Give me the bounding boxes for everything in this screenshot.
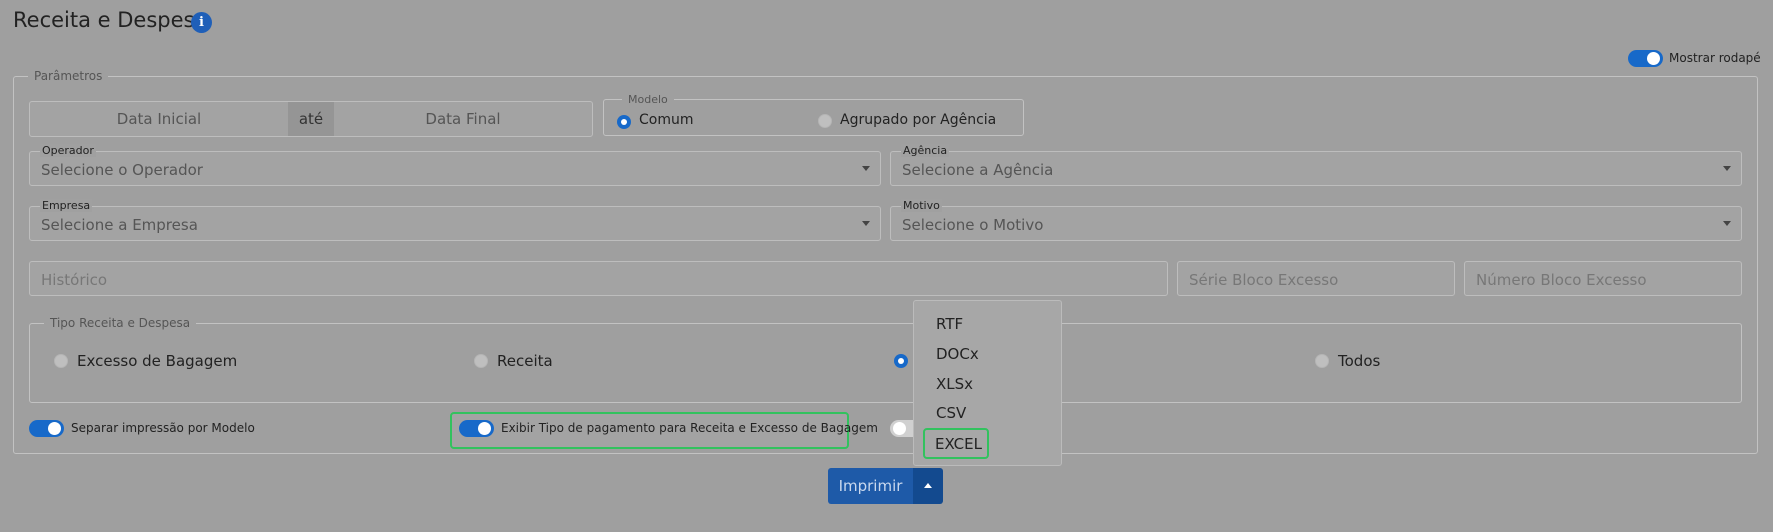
agencia-label: Agência <box>901 144 950 157</box>
agencia-select[interactable]: Agência Selecione a Agência <box>890 144 1742 186</box>
date-end-input[interactable]: Data Final <box>334 102 592 136</box>
historico-placeholder: Histórico <box>41 271 108 289</box>
page-title: Receita e Despesa <box>13 8 208 32</box>
serie-bloco-placeholder: Série Bloco Excesso <box>1189 271 1339 289</box>
modelo-comum-radio[interactable] <box>617 115 631 129</box>
menu-item-docx[interactable]: DOCx <box>936 345 979 363</box>
tipo-receita-label: Receita <box>497 352 553 370</box>
date-separator: até <box>288 102 334 136</box>
operador-placeholder: Selecione o Operador <box>41 161 203 179</box>
chevron-down-icon <box>1723 221 1731 226</box>
separar-impressao-label: Separar impressão por Modelo <box>71 421 255 435</box>
tipo-legend: Tipo Receita e Despesa <box>50 316 191 330</box>
chevron-down-icon <box>1723 166 1731 171</box>
separar-impressao-toggle[interactable] <box>29 420 64 437</box>
print-options-toggle[interactable] <box>913 468 943 504</box>
empresa-select[interactable]: Empresa Selecione a Empresa <box>29 199 881 241</box>
tipo-excesso-radio[interactable] <box>54 354 68 368</box>
chevron-down-icon <box>862 166 870 171</box>
modelo-agrupado-radio[interactable] <box>818 114 832 128</box>
operador-label: Operador <box>40 144 96 157</box>
operador-select[interactable]: Operador Selecione o Operador <box>29 144 881 186</box>
caret-up-icon <box>924 483 932 488</box>
tipo-todos-label: Todos <box>1338 352 1381 370</box>
numero-bloco-placeholder: Número Bloco Excesso <box>1476 271 1647 289</box>
print-button[interactable]: Imprimir <box>828 468 913 504</box>
exibir-tipo-pagamento-label: Exibir Tipo de pagamento para Receita e … <box>501 421 878 435</box>
empresa-placeholder: Selecione a Empresa <box>41 216 198 234</box>
date-range-group: Data Inicial até Data Final <box>29 101 593 137</box>
show-footer-toggle[interactable] <box>1628 50 1663 67</box>
motivo-select[interactable]: Motivo Selecione o Motivo <box>890 199 1742 241</box>
modelo-comum-label: Comum <box>639 112 694 128</box>
tipo-excesso-label: Excesso de Bagagem <box>77 352 238 370</box>
menu-item-excel[interactable]: EXCEL <box>923 428 989 459</box>
motivo-placeholder: Selecione o Motivo <box>902 216 1044 234</box>
tipo-receita-radio[interactable] <box>474 354 488 368</box>
tipo-fieldset: Tipo Receita e Despesa <box>29 316 1742 403</box>
agencia-placeholder: Selecione a Agência <box>902 161 1054 179</box>
menu-item-xlsx[interactable]: XLSx <box>936 375 973 393</box>
motivo-label: Motivo <box>901 199 942 212</box>
show-footer-label: Mostrar rodapé <box>1669 51 1761 65</box>
empresa-label: Empresa <box>40 199 93 212</box>
tipo-despesa-radio[interactable] <box>894 354 908 368</box>
menu-item-excel-label: EXCEL <box>935 435 982 453</box>
exibir-tipo-pagamento-toggle[interactable] <box>459 420 494 437</box>
menu-item-rtf[interactable]: RTF <box>936 315 963 333</box>
date-start-input[interactable]: Data Inicial <box>30 102 288 136</box>
info-icon[interactable]: i <box>191 12 212 33</box>
serie-bloco-input[interactable]: Série Bloco Excesso <box>1177 261 1455 296</box>
modelo-agrupado-label: Agrupado por Agência <box>840 112 997 128</box>
menu-item-csv[interactable]: CSV <box>936 404 966 422</box>
historico-input[interactable]: Histórico <box>29 261 1168 296</box>
tipo-todos-radio[interactable] <box>1315 354 1329 368</box>
parameters-legend: Parâmetros <box>34 69 103 83</box>
modelo-legend: Modelo <box>628 93 668 106</box>
chevron-down-icon <box>862 221 870 226</box>
numero-bloco-input[interactable]: Número Bloco Excesso <box>1464 261 1742 296</box>
